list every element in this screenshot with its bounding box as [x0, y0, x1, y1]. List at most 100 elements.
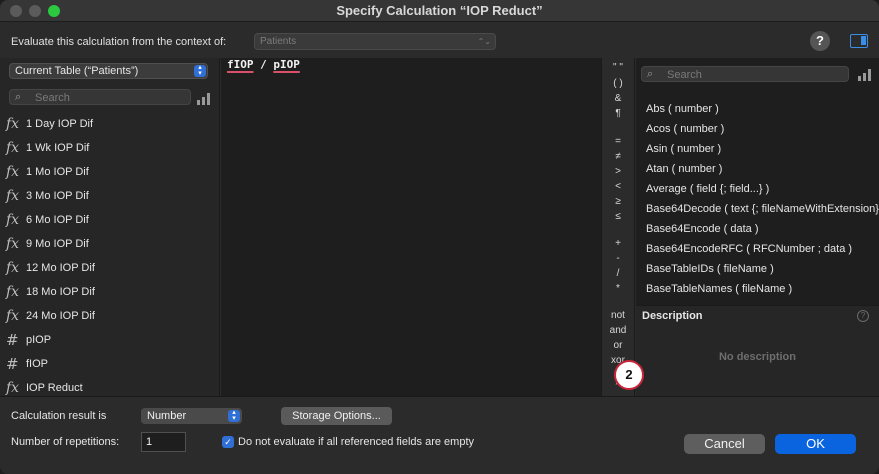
repetitions-input[interactable]: 1: [141, 432, 186, 452]
formula-token-field: fIOP: [227, 58, 254, 71]
operator-multiply[interactable]: *: [602, 283, 634, 294]
list-item[interactable]: fx 3 Mo IOP Dif: [0, 184, 220, 208]
calculation-icon: fx: [6, 188, 20, 204]
field-name: 6 Mo IOP Dif: [26, 214, 89, 226]
sidebar-toggle-icon[interactable]: [850, 34, 868, 48]
calculation-icon: fx: [6, 236, 20, 252]
chevron-updown-icon: ⌃⌄: [477, 37, 491, 46]
field-name: 3 Mo IOP Dif: [26, 190, 89, 202]
number-field-icon: #: [6, 331, 19, 349]
operator-less-equal[interactable]: ≤: [602, 211, 634, 222]
field-name: 1 Day IOP Dif: [26, 118, 94, 130]
formula-text: fIOP / pIOP: [227, 58, 300, 71]
operator-divide[interactable]: /: [602, 268, 634, 279]
context-select-value: Patients: [260, 36, 297, 47]
field-name: fIOP: [26, 358, 49, 370]
operator-greater-equal[interactable]: ≥: [602, 196, 634, 207]
description-help-icon[interactable]: ?: [857, 310, 869, 322]
context-label: Evaluate this calculation from the conte…: [11, 36, 227, 48]
cancel-button[interactable]: Cancel: [684, 434, 765, 454]
operator-plus[interactable]: +: [602, 238, 634, 249]
title-bar: Specify Calculation “IOP Reduct”: [0, 0, 879, 22]
field-name: 1 Wk IOP Dif: [26, 142, 90, 154]
fields-panel: Current Table (“Patients”) ▴ ▾ ⌕ Search f…: [0, 58, 220, 396]
chevron-updown-icon: ▴ ▾: [194, 64, 206, 77]
result-type-select[interactable]: Number ▴ ▾: [141, 408, 242, 424]
operator-less[interactable]: <: [602, 181, 634, 192]
storage-options-button[interactable]: Storage Options...: [281, 407, 392, 425]
list-item[interactable]: Acos ( number ): [636, 119, 879, 139]
operator-ampersand[interactable]: &: [602, 93, 634, 104]
result-type-label: Calculation result is: [11, 410, 107, 422]
list-item[interactable]: Average ( field {; field...} ): [636, 179, 879, 199]
options-bar: Calculation result is Number ▴ ▾ Storage …: [0, 396, 879, 474]
list-item[interactable]: fx 24 Mo IOP Dif: [0, 304, 220, 328]
operator-quotes[interactable]: " ": [602, 62, 634, 73]
operator-not-equal[interactable]: ≠: [602, 151, 634, 162]
search-icon: ⌕: [647, 68, 654, 80]
calculation-icon: fx: [6, 380, 20, 396]
operator-or[interactable]: or: [602, 340, 634, 351]
calculation-icon: fx: [6, 116, 20, 132]
formula-operator: /: [253, 58, 274, 71]
field-name: 1 Mo IOP Dif: [26, 166, 89, 178]
function-list: Abs ( number ) Acos ( number ) Asin ( nu…: [636, 99, 879, 305]
context-select[interactable]: Patients ⌃⌄: [254, 33, 496, 50]
calculation-icon: fx: [6, 284, 20, 300]
calculation-icon: fx: [6, 212, 20, 228]
search-icon: ⌕: [15, 91, 22, 103]
list-item[interactable]: BaseTableIDs ( fileName ): [636, 259, 879, 279]
chevron-updown-icon: ▴ ▾: [228, 409, 240, 422]
field-name: pIOP: [26, 334, 52, 346]
formula-token-field: pIOP: [273, 58, 300, 71]
description-panel: Description ? No description: [636, 305, 879, 396]
sort-options-icon[interactable]: [197, 93, 211, 105]
ok-button[interactable]: OK: [775, 434, 856, 454]
list-item[interactable]: fx 18 Mo IOP Dif: [0, 280, 220, 304]
window-title: Specify Calculation “IOP Reduct”: [336, 3, 543, 18]
result-type-value: Number: [147, 410, 187, 422]
list-item[interactable]: Atan ( number ): [636, 159, 879, 179]
list-item[interactable]: BaseTableNames ( fileName ): [636, 279, 879, 299]
repetitions-label: Number of repetitions:: [11, 436, 120, 448]
field-name: 24 Mo IOP Dif: [26, 310, 95, 322]
do-not-evaluate-checkbox[interactable]: ✓: [222, 436, 234, 448]
operator-equals[interactable]: =: [602, 136, 634, 147]
list-item[interactable]: Abs ( number ): [636, 99, 879, 119]
field-name: IOP Reduct: [26, 382, 83, 394]
calculation-icon: fx: [6, 308, 20, 324]
help-button[interactable]: ?: [810, 31, 830, 51]
operator-greater[interactable]: >: [602, 166, 634, 177]
operator-and[interactable]: and: [602, 325, 634, 336]
table-select-value: Current Table (“Patients”): [15, 65, 139, 77]
formula-editor[interactable]: fIOP / pIOP: [221, 58, 601, 396]
list-item[interactable]: fx 9 Mo IOP Dif: [0, 232, 220, 256]
list-item[interactable]: Base64Encode ( data ): [636, 219, 879, 239]
description-body: No description: [718, 351, 796, 363]
number-field-icon: #: [6, 355, 19, 373]
context-row: Evaluate this calculation from the conte…: [0, 23, 879, 59]
operator-parentheses[interactable]: ( ): [602, 78, 634, 89]
field-search-input[interactable]: ⌕ Search: [9, 89, 191, 105]
list-item[interactable]: fx 1 Wk IOP Dif: [0, 136, 220, 160]
list-item[interactable]: Asin ( number ): [636, 139, 879, 159]
list-item[interactable]: fx 6 Mo IOP Dif: [0, 208, 220, 232]
sort-options-icon[interactable]: [858, 69, 872, 81]
calculation-icon: fx: [6, 260, 20, 276]
list-item[interactable]: # fIOP: [0, 352, 220, 376]
do-not-evaluate-label: Do not evaluate if all referenced fields…: [238, 436, 475, 448]
list-item[interactable]: Base64EncodeRFC ( RFCNumber ; data ): [636, 239, 879, 259]
table-select[interactable]: Current Table (“Patients”) ▴ ▾: [9, 63, 208, 79]
list-item[interactable]: fx 1 Mo IOP Dif: [0, 160, 220, 184]
list-item[interactable]: fx 12 Mo IOP Dif: [0, 256, 220, 280]
field-name: 9 Mo IOP Dif: [26, 238, 89, 250]
operator-not[interactable]: not: [602, 310, 634, 321]
list-item[interactable]: # pIOP: [0, 328, 220, 352]
list-item[interactable]: fx 1 Day IOP Dif: [0, 112, 220, 136]
operator-minus[interactable]: -: [602, 253, 634, 264]
field-search-placeholder: Search: [35, 92, 70, 104]
list-item[interactable]: Base64Decode ( text {; fileNameWithExten…: [636, 199, 879, 219]
operator-pilcrow[interactable]: ¶: [602, 108, 634, 119]
function-search-input[interactable]: ⌕ Search: [641, 66, 849, 82]
calculation-icon: fx: [6, 140, 20, 156]
